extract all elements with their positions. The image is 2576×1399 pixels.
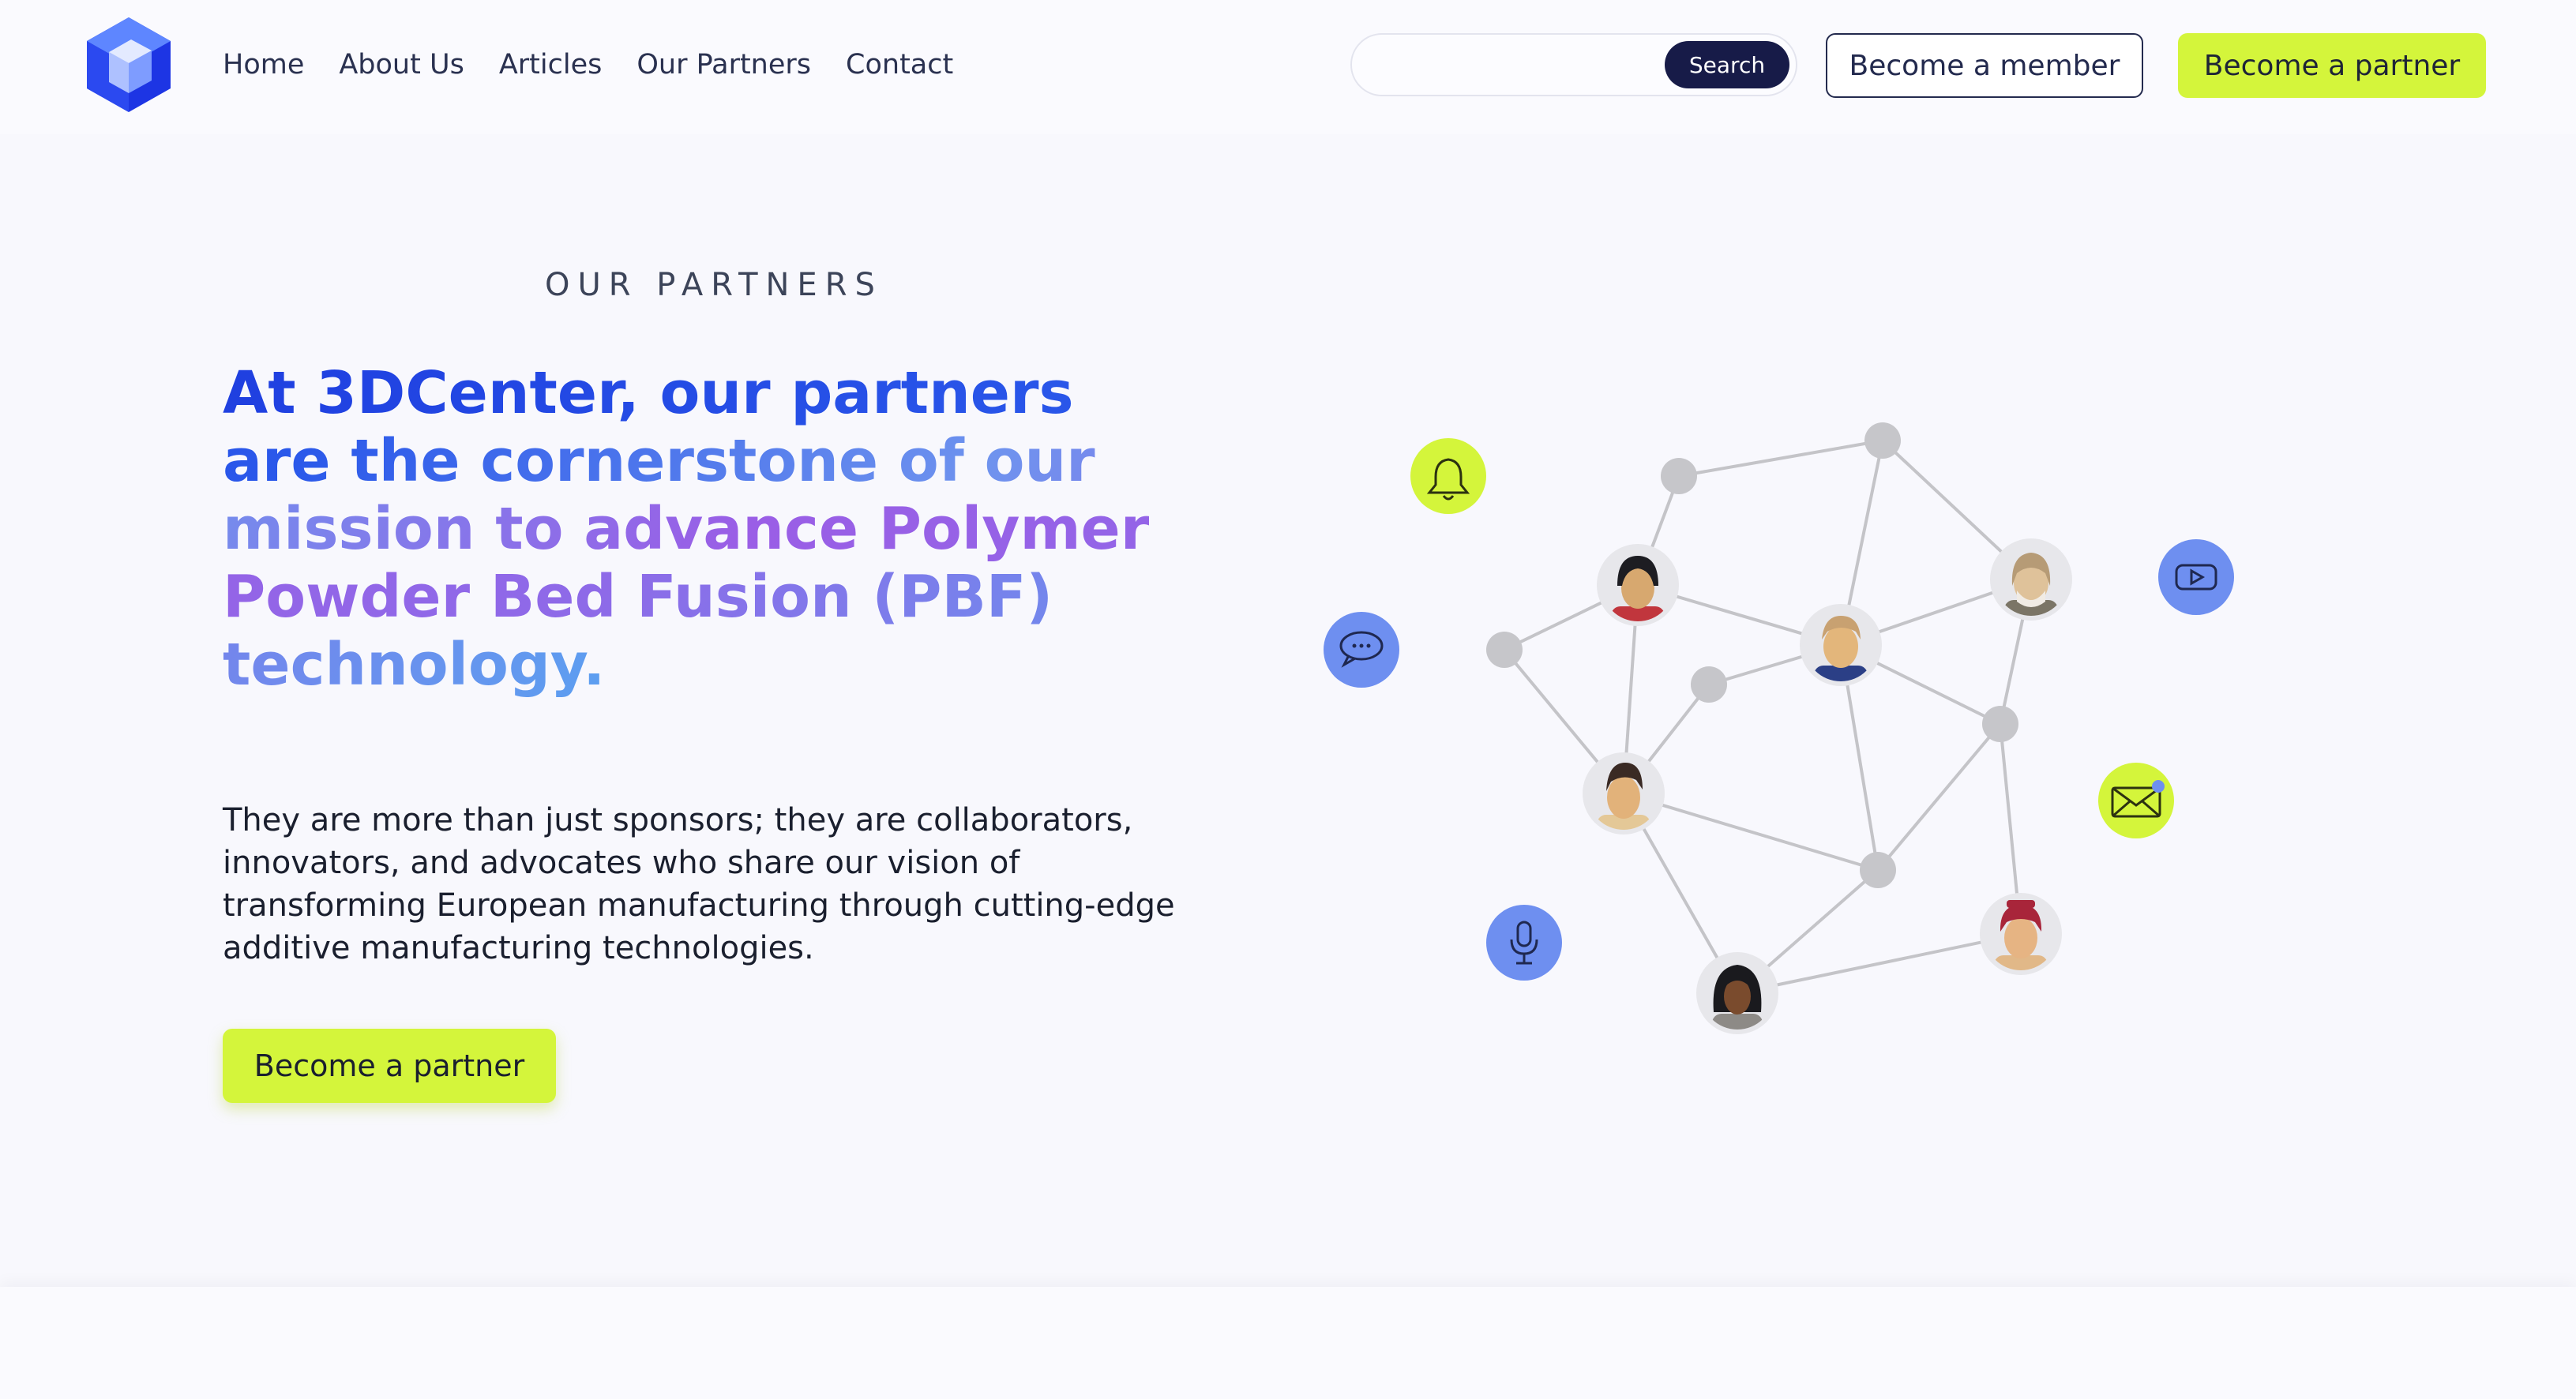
next-section-band [0,1287,2576,1399]
network-node [1864,422,1901,459]
avatar [1990,538,2072,621]
network-node [1661,458,1697,494]
microphone-icon [1486,905,1562,981]
network-node [1982,706,2018,742]
avatar [1583,752,1665,835]
mail-icon [2098,763,2174,838]
network-edges [1503,439,2033,995]
avatar [1696,952,1778,1034]
network-node [1691,666,1727,703]
avatar [1597,544,1679,626]
network-node [1486,632,1523,668]
avatar [1800,604,1882,686]
partner-network-illustration [1324,422,2234,1034]
avatar [1980,893,2062,975]
chat-icon [1324,612,1399,688]
bell-icon [1410,438,1486,514]
youtube-icon [2158,539,2234,615]
network-node [1860,852,1896,888]
page: Home About Us Articles Our Partners Cont… [0,0,2576,1399]
